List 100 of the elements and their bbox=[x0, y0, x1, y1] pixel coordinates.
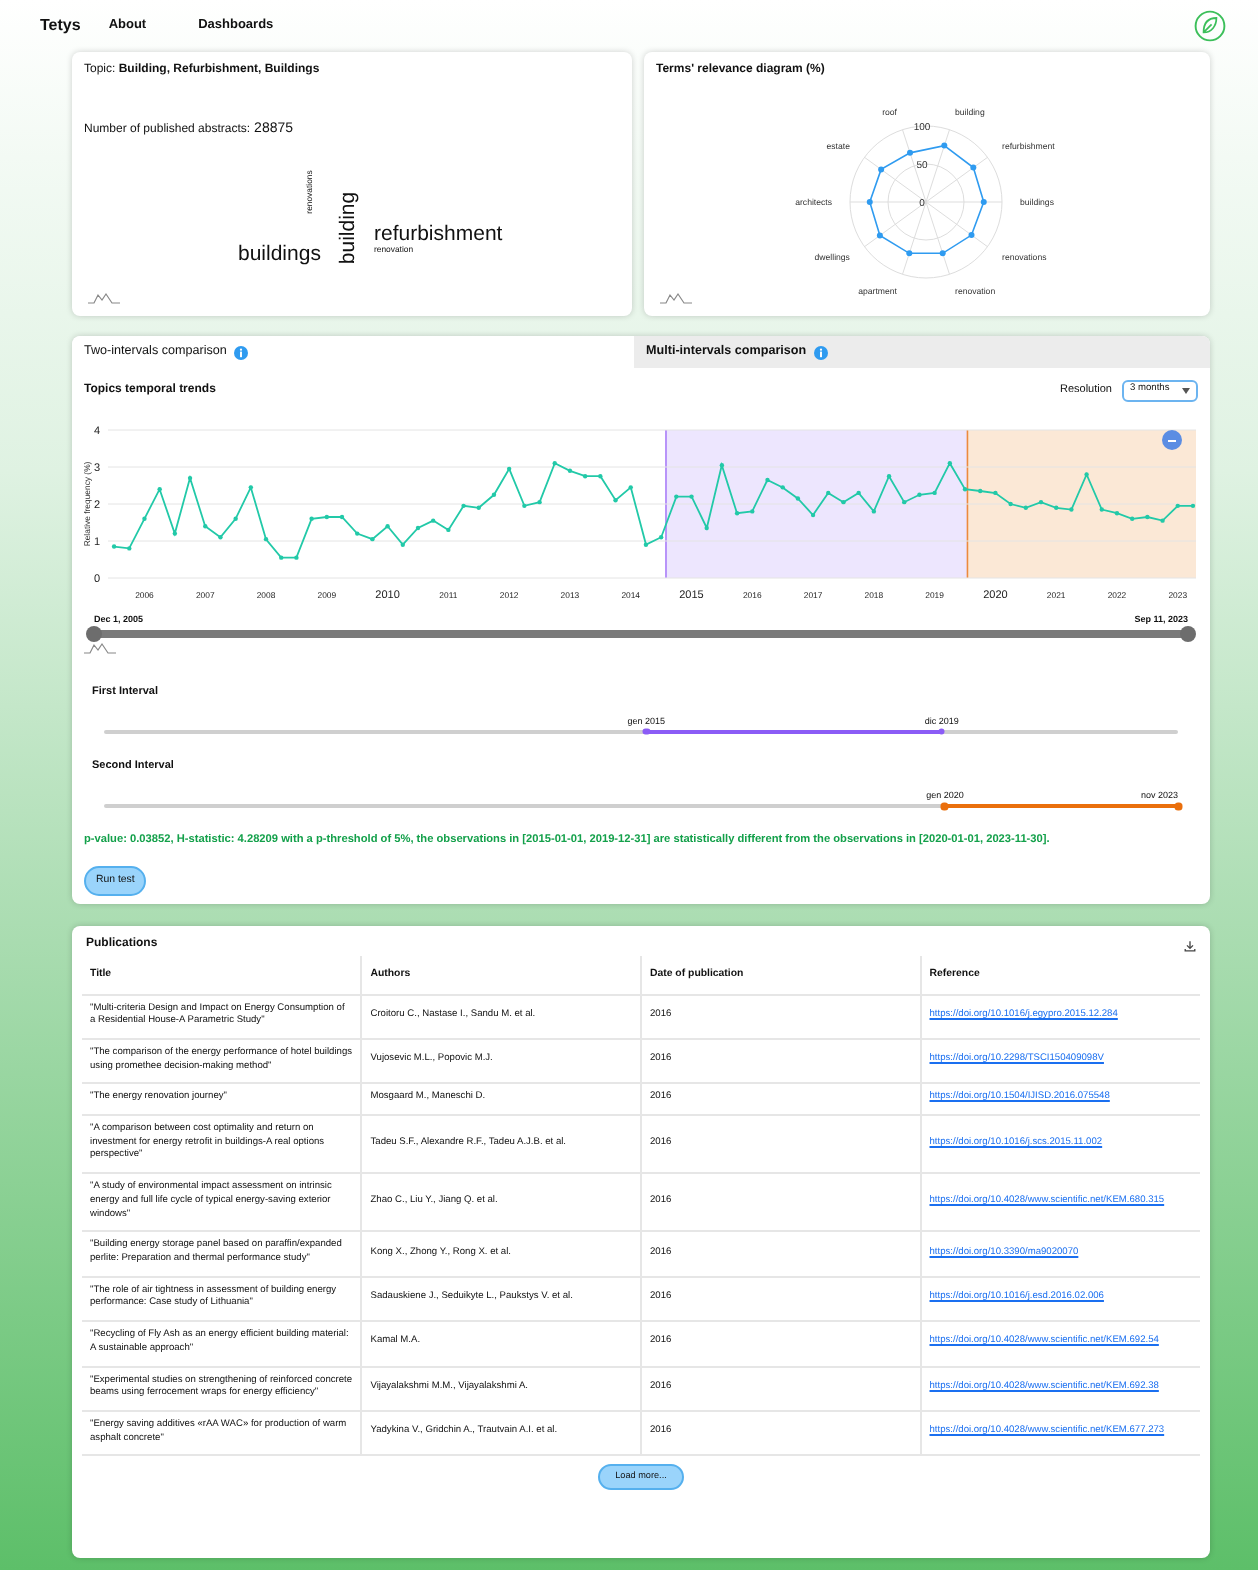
data-point bbox=[841, 499, 846, 505]
data-point bbox=[324, 514, 329, 520]
data-point bbox=[309, 516, 314, 521]
data-point bbox=[233, 516, 238, 521]
data-point bbox=[582, 474, 588, 479]
logo[interactable]: Tetys bbox=[40, 15, 81, 37]
data-point bbox=[980, 198, 987, 205]
hills-icon bbox=[660, 292, 692, 304]
data-point bbox=[939, 249, 946, 256]
data-point bbox=[1130, 516, 1135, 521]
data-point bbox=[810, 512, 816, 518]
data-point bbox=[658, 535, 664, 540]
data-point bbox=[1145, 514, 1150, 520]
cloud-word: refurbishment bbox=[374, 223, 503, 245]
data-point bbox=[491, 492, 497, 497]
hills-icon bbox=[88, 292, 120, 304]
data-point bbox=[1114, 511, 1120, 516]
radar-line bbox=[868, 144, 985, 254]
data-point bbox=[628, 485, 633, 490]
data-point bbox=[187, 475, 193, 481]
data-point bbox=[552, 461, 557, 466]
data-point bbox=[476, 505, 481, 510]
data-point bbox=[339, 514, 345, 520]
data-point bbox=[876, 232, 883, 239]
data-point bbox=[613, 498, 618, 503]
data-point bbox=[415, 525, 421, 531]
data-point bbox=[142, 516, 147, 521]
data-point bbox=[567, 468, 573, 473]
slider-thumb[interactable] bbox=[1174, 802, 1182, 810]
data-point bbox=[643, 542, 649, 547]
data-point bbox=[506, 466, 512, 472]
data-point bbox=[795, 496, 801, 501]
data-point bbox=[941, 142, 948, 149]
data-point bbox=[218, 535, 223, 540]
data-point bbox=[968, 231, 975, 238]
hills-icon bbox=[84, 642, 116, 654]
data-point bbox=[1160, 518, 1165, 523]
data-point bbox=[522, 503, 527, 509]
data-point bbox=[400, 542, 405, 547]
download-icon[interactable] bbox=[1184, 939, 1196, 952]
data-point bbox=[203, 524, 208, 529]
data-point bbox=[1038, 499, 1044, 505]
data-point bbox=[674, 494, 679, 499]
slider-thumb[interactable] bbox=[86, 626, 102, 642]
data-point bbox=[826, 490, 831, 496]
data-point bbox=[780, 485, 785, 490]
data-point bbox=[461, 503, 466, 509]
data-point bbox=[1054, 505, 1059, 510]
data-point bbox=[431, 518, 436, 523]
data-point bbox=[886, 474, 892, 479]
data-point bbox=[1175, 503, 1180, 509]
data-point bbox=[871, 509, 877, 514]
data-point bbox=[993, 490, 998, 496]
data-point bbox=[279, 555, 284, 560]
data-point bbox=[263, 536, 269, 542]
caret-icon bbox=[1182, 388, 1190, 394]
leaf-icon[interactable] bbox=[1194, 10, 1226, 42]
data-point bbox=[1099, 507, 1104, 512]
data-point bbox=[719, 462, 725, 468]
cloud-word: buildings bbox=[238, 243, 321, 265]
info-icon[interactable] bbox=[814, 345, 829, 359]
data-point bbox=[907, 149, 914, 156]
data-point bbox=[294, 555, 299, 560]
data-point bbox=[765, 477, 770, 483]
data-point bbox=[970, 164, 977, 171]
data-point bbox=[537, 499, 542, 505]
minus-icon bbox=[1168, 439, 1176, 441]
data-point bbox=[704, 525, 709, 531]
slider-thumb[interactable] bbox=[642, 728, 650, 736]
data-point bbox=[962, 487, 968, 492]
slider-thumb[interactable] bbox=[941, 802, 949, 810]
data-point bbox=[689, 494, 694, 499]
data-point bbox=[1023, 505, 1028, 510]
slider-thumb[interactable] bbox=[938, 728, 946, 736]
data-point bbox=[866, 198, 873, 205]
info-icon[interactable] bbox=[234, 345, 249, 359]
data-point bbox=[157, 487, 162, 492]
data-point bbox=[906, 249, 913, 256]
data-point bbox=[385, 524, 390, 529]
data-point bbox=[446, 527, 451, 533]
data-point bbox=[370, 536, 375, 542]
data-point bbox=[1190, 503, 1196, 509]
data-point bbox=[902, 499, 907, 505]
data-point bbox=[598, 474, 603, 479]
data-point bbox=[1069, 507, 1074, 512]
data-point bbox=[917, 492, 922, 497]
data-point bbox=[978, 488, 983, 494]
data-point bbox=[248, 485, 254, 490]
data-point bbox=[932, 490, 937, 496]
data-point bbox=[947, 461, 953, 466]
data-point bbox=[856, 490, 861, 496]
data-point bbox=[750, 509, 755, 514]
data-point bbox=[734, 511, 740, 516]
data-point bbox=[1084, 472, 1089, 477]
data-point bbox=[127, 546, 132, 551]
slider-thumb[interactable] bbox=[1180, 626, 1196, 642]
cloud-word: building bbox=[337, 191, 359, 264]
data-point bbox=[355, 531, 360, 536]
data-point bbox=[878, 166, 885, 172]
data-point bbox=[111, 544, 117, 549]
